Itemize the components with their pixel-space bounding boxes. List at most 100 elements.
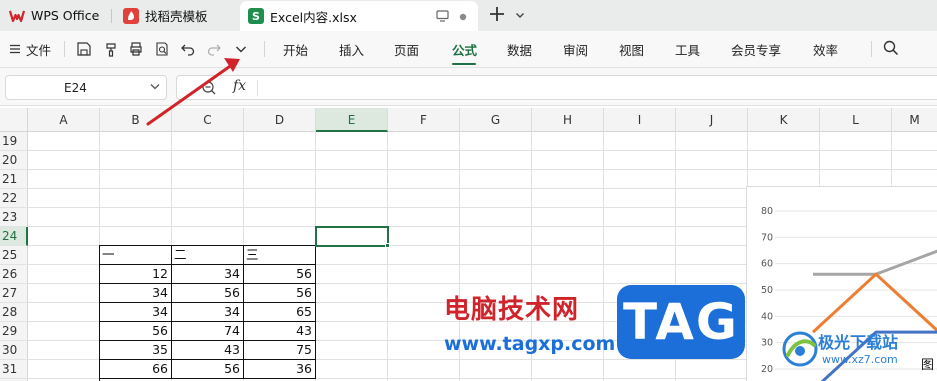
tab-docer[interactable]: 找稻壳模板 [114, 0, 236, 31]
unsaved-dot-icon[interactable] [459, 13, 467, 21]
column-header-d[interactable]: D [244, 108, 316, 132]
column-header-g[interactable]: G [460, 108, 532, 132]
selected-cell-e24[interactable] [315, 226, 389, 247]
row-header-21[interactable]: 21 [0, 170, 28, 189]
tab-bar: WPS Office 找稻壳模板 S Excel内容.xlsx [0, 0, 937, 31]
ribbon-divider [64, 41, 65, 57]
table-cell[interactable]: 35 [100, 341, 172, 360]
series-line-1[interactable] [813, 249, 937, 276]
table-cell[interactable]: 34 [172, 303, 244, 322]
watermark-site-url: www.tagxp.com [444, 333, 616, 355]
table-cell[interactable]: 43 [172, 341, 244, 360]
row-header-27[interactable]: 27 [0, 284, 28, 303]
table-cell[interactable]: 65 [244, 303, 316, 322]
row-header-28[interactable]: 28 [0, 303, 28, 322]
plus-icon [490, 7, 504, 21]
table-cell[interactable]: 34 [100, 284, 172, 303]
row-header-25[interactable]: 25 [0, 246, 28, 265]
menu-home[interactable]: 开始 [283, 31, 308, 67]
menu-efficiency[interactable]: 效率 [813, 31, 838, 67]
row-headers: 19 20 21 22 23 24 25 26 27 28 29 30 31 [0, 132, 28, 381]
column-header-l[interactable]: L [820, 108, 892, 132]
table-cell[interactable]: 66 [100, 360, 172, 379]
row-header-29[interactable]: 29 [0, 322, 28, 341]
xz7-logo-icon [782, 331, 818, 367]
column-header-e[interactable]: E [316, 108, 388, 132]
table-header-cell[interactable]: 二 [172, 246, 244, 265]
gridline [28, 150, 937, 151]
file-menu-button[interactable]: 文件 [9, 31, 51, 67]
column-header-j[interactable]: J [676, 108, 748, 132]
table-cell[interactable]: 56 [244, 265, 316, 284]
table-cell[interactable]: 43 [244, 322, 316, 341]
column-header-f[interactable]: F [388, 108, 460, 132]
column-header-i[interactable]: I [604, 108, 676, 132]
series-line-2[interactable] [811, 272, 937, 334]
gridline [28, 169, 937, 170]
table-header-cell[interactable]: 一 [100, 246, 172, 265]
table-cell[interactable]: 56 [172, 360, 244, 379]
tab-excel-file[interactable]: S Excel内容.xlsx [240, 1, 478, 31]
menu-data[interactable]: 数据 [507, 31, 532, 67]
table-header-cell[interactable]: 三 [244, 246, 316, 265]
y-tick-label: 60 [761, 259, 773, 270]
row-header-26[interactable]: 26 [0, 265, 28, 284]
formula-divider [257, 80, 258, 96]
table-cell[interactable]: 56 [172, 284, 244, 303]
row-header-30[interactable]: 30 [0, 341, 28, 360]
tab-divider [111, 9, 112, 23]
xz7-brand-text: 极光下载站 [818, 333, 899, 352]
column-header-k[interactable]: K [748, 108, 820, 132]
table-cell[interactable]: 56 [100, 322, 172, 341]
menu-page[interactable]: 页面 [394, 31, 419, 67]
tag-logo-text: TAG [623, 293, 739, 351]
tab-label: WPS Office [31, 8, 100, 23]
menu-member[interactable]: 会员专享 [731, 31, 781, 67]
tab-wps-office[interactable]: WPS Office [0, 0, 110, 31]
menu-formula[interactable]: 公式 [452, 31, 477, 67]
name-box-value: E24 [64, 81, 87, 95]
active-menu-indicator [452, 63, 476, 65]
table-cell[interactable]: 75 [244, 341, 316, 360]
menu-view[interactable]: 视图 [619, 31, 644, 67]
tab-label: 找稻壳模板 [145, 9, 208, 24]
y-tick-label: 80 [761, 206, 773, 217]
file-menu-label: 文件 [26, 42, 52, 58]
table-cell[interactable]: 34 [100, 303, 172, 322]
formula-input-area[interactable]: fx [176, 75, 937, 100]
row-header-24[interactable]: 24 [0, 227, 28, 246]
select-all-corner[interactable] [0, 108, 28, 132]
table-cell[interactable]: 74 [172, 322, 244, 341]
watermark-site-title: 电脑技术网 [444, 295, 580, 325]
table-cell[interactable]: 36 [244, 360, 316, 379]
xz7-url-text: www.xz7.com [822, 353, 898, 366]
table-cell[interactable]: 56 [244, 284, 316, 303]
wps-logo-icon [9, 10, 25, 22]
menu-review[interactable]: 审阅 [563, 31, 588, 67]
menu-insert[interactable]: 插入 [339, 31, 364, 67]
table-cell[interactable]: 12 [100, 265, 172, 284]
xz7-watermark: 极光下载站 www.xz7.com [780, 325, 937, 381]
column-header-m[interactable]: M [892, 108, 937, 132]
column-header-h[interactable]: H [532, 108, 604, 132]
y-tick-label: 40 [761, 311, 773, 322]
row-header-22[interactable]: 22 [0, 189, 28, 208]
red-arrow-annotation [146, 58, 240, 126]
format-painter-icon[interactable] [103, 41, 119, 57]
fill-handle[interactable] [385, 243, 390, 248]
new-tab-button[interactable] [489, 4, 505, 26]
menu-tools[interactable]: 工具 [675, 31, 700, 67]
table-cell[interactable]: 34 [172, 265, 244, 284]
row-header-20[interactable]: 20 [0, 151, 28, 170]
chevron-down-icon[interactable] [514, 9, 526, 21]
search-icon[interactable] [883, 40, 899, 56]
row-header-31[interactable]: 31 [0, 360, 28, 379]
ribbon-divider [264, 41, 265, 57]
row-header-19[interactable]: 19 [0, 132, 28, 151]
y-tick-label: 20 [761, 364, 773, 375]
save-icon[interactable] [76, 41, 92, 57]
window-icon[interactable] [436, 10, 449, 22]
column-header-a[interactable]: A [28, 108, 100, 132]
ribbon-divider [871, 41, 872, 57]
row-header-23[interactable]: 23 [0, 208, 28, 227]
